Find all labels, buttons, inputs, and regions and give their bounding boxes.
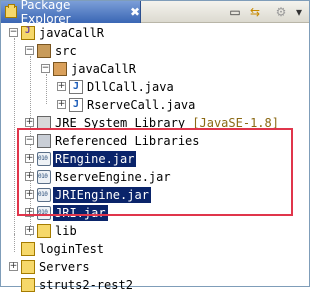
tree-item-label: src: [55, 44, 77, 58]
expand-toggle-icon[interactable]: +: [57, 82, 66, 91]
tree-item-label: DllCall.java: [87, 80, 174, 94]
package-explorer-panel: Package Explorer ✖ ▭ ⇆ ⚙ ▾ − javaCallR −…: [0, 0, 310, 292]
tree-item-lib[interactable]: + lib: [1, 222, 301, 240]
highlight-box: [17, 128, 293, 216]
closed-project-icon: [21, 278, 35, 292]
expand-toggle-icon[interactable]: +: [25, 226, 34, 235]
tree-item-file-dllcall[interactable]: + DllCall.java: [1, 78, 301, 96]
tree-item-label: loginTest: [39, 242, 105, 256]
closed-project-icon: [21, 242, 35, 256]
java-file-icon: [69, 80, 83, 94]
close-icon[interactable]: ✖: [130, 5, 140, 19]
tree-item-file-rservecall[interactable]: + RserveCall.java: [1, 96, 301, 114]
package-explorer-icon: [5, 4, 17, 18]
collapse-toggle-icon[interactable]: −: [41, 64, 50, 73]
tree-item-logintest[interactable]: loginTest: [1, 240, 301, 258]
java-file-icon: [69, 98, 83, 112]
collapse-all-icon[interactable]: ▭: [227, 4, 243, 20]
view-menu-icon[interactable]: ⚙: [273, 4, 289, 20]
tab-title: Package Explorer: [20, 0, 71, 26]
tree-item-label: struts2-rest2: [39, 278, 133, 292]
tree-item-label: lib: [55, 224, 77, 238]
overflow-chevron-icon[interactable]: ▾: [291, 4, 307, 20]
package-icon: [53, 62, 67, 76]
tree-item-src[interactable]: − src: [1, 42, 301, 60]
expand-toggle-icon[interactable]: +: [57, 100, 66, 109]
tree-item-label: javaCallR: [39, 26, 105, 40]
view-tab-bar: Package Explorer ✖ ▭ ⇆ ⚙ ▾: [1, 0, 309, 26]
expand-toggle-icon[interactable]: +: [9, 262, 18, 271]
source-folder-icon: [37, 44, 51, 58]
tree-item-struts[interactable]: struts2-rest2: [1, 276, 301, 294]
tab-package-explorer[interactable]: Package Explorer ✖: [1, 0, 141, 26]
folder-icon: [37, 224, 51, 238]
java-project-icon: [21, 26, 35, 40]
collapse-toggle-icon[interactable]: −: [25, 46, 34, 55]
tree-item-label: RserveCall.java: [87, 98, 196, 112]
project-folder-icon: [21, 260, 35, 274]
link-with-editor-icon[interactable]: ⇆: [247, 4, 263, 20]
tree-item-label: Servers: [39, 260, 90, 274]
collapse-toggle-icon[interactable]: −: [9, 28, 18, 37]
expand-toggle-icon[interactable]: +: [25, 118, 34, 127]
tree-item-servers[interactable]: + Servers: [1, 258, 301, 276]
tree-item-project[interactable]: − javaCallR: [1, 24, 301, 42]
tree-item-label: javaCallR: [71, 62, 137, 76]
tree-item-package[interactable]: − javaCallR: [1, 60, 301, 78]
